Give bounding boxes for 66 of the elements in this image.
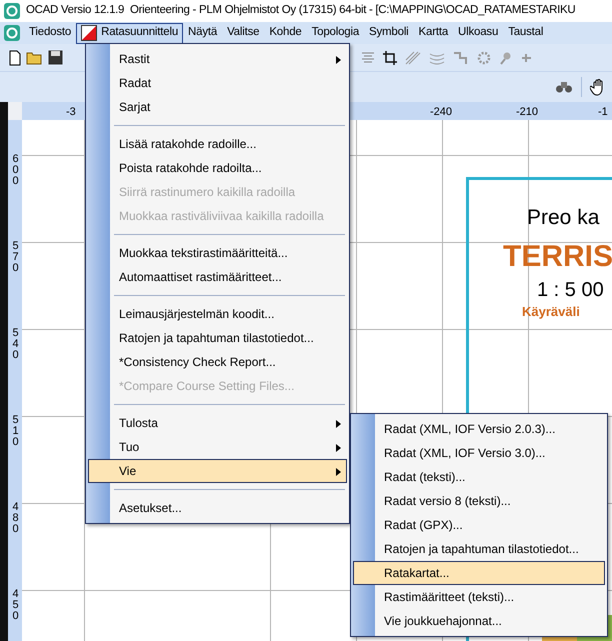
pin-icon[interactable] [499, 50, 513, 64]
map-title: Preo ka [527, 205, 600, 231]
ruler-label: 510 [11, 415, 20, 448]
menu-item[interactable]: Tulosta [88, 411, 347, 435]
window-title: OCAD Versio 12.1.9 Orienteering - PLM Ohjelmistot Oy (17315) 64-bit - [C:\MAPPING\OCAD_RATAMESTARIKU [26, 3, 576, 18]
crop-icon[interactable] [383, 50, 397, 64]
menu-item[interactable]: Tiedosto [24, 22, 76, 44]
binoculars-icon[interactable] [555, 80, 573, 94]
open-folder-icon[interactable] [26, 50, 44, 64]
course-icon [81, 25, 98, 41]
menu-item[interactable]: Radat (XML, IOF Versio 2.0.3)... [353, 417, 605, 441]
menu-item[interactable]: Radat versio 8 (teksti)... [353, 489, 605, 513]
ruler-label: -1 [598, 105, 608, 120]
menu-item[interactable]: Radat (XML, IOF Versio 3.0)... [353, 441, 605, 465]
menu-item[interactable]: Topologia [306, 22, 364, 44]
app-logo-icon [4, 3, 20, 19]
menu-item[interactable]: Symboli [364, 22, 414, 44]
menu-item[interactable]: Ulkoasu [453, 22, 504, 44]
menu-item[interactable]: Leimausjärjestelmän koodit... [88, 302, 347, 326]
ruler-label: 600 [11, 154, 20, 187]
menu-item[interactable]: Vie [88, 459, 347, 483]
menu-item[interactable]: Sarjat [88, 95, 347, 119]
ruler-label: 570 [11, 241, 20, 274]
menu-item[interactable]: Muokkaa tekstirastimääritteitä... [88, 241, 347, 265]
ruler-label: -210 [516, 105, 538, 120]
submenu-arrow-icon [336, 444, 341, 452]
menu-item[interactable]: Näytä [183, 22, 222, 44]
menu-item[interactable]: Poista ratakohde radoilta... [88, 156, 347, 180]
menu-item[interactable]: Vie joukkuehajonnat... [353, 609, 605, 633]
ruler-label: 540 [11, 328, 20, 361]
menu-item[interactable]: Rastit [88, 47, 347, 71]
menu-item[interactable]: Kohde [264, 22, 307, 44]
menu-item[interactable]: Rastimääritteet (teksti)... [353, 585, 605, 609]
menu-item[interactable]: Lisää ratakohde radoille... [88, 132, 347, 156]
ruler-label: 450 [11, 589, 20, 622]
map-contour-label: Käyräväli [522, 303, 580, 321]
menu-item[interactable]: Automaattiset rastimääritteet... [88, 265, 347, 289]
menu-item[interactable]: Ratakartat... [353, 561, 605, 585]
ruler-corner [8, 102, 22, 120]
ruler-label: -240 [430, 105, 452, 120]
steps-icon[interactable] [453, 50, 469, 64]
menu-item[interactable]: *Consistency Check Report... [88, 350, 347, 374]
hatch-icon[interactable] [405, 50, 421, 64]
ruler-label: -3 [66, 105, 76, 120]
app-menu-icon[interactable] [4, 25, 20, 41]
save-icon[interactable] [48, 50, 63, 65]
submenu-arrow-icon [336, 56, 341, 64]
menu-item[interactable]: Tuo [88, 435, 347, 459]
menu-item[interactable]: Ratasuunnittelu [76, 22, 184, 44]
menu-item[interactable]: Radat (GPX)... [353, 513, 605, 537]
menu-item[interactable]: Ratojen ja tapahtuman tilastotiedot... [353, 537, 605, 561]
map-heading: TERRIS [503, 239, 612, 275]
new-file-icon[interactable] [8, 50, 22, 66]
lines-icon[interactable] [429, 50, 445, 64]
menu-item[interactable]: Taustal [503, 22, 548, 44]
menu-item[interactable]: Radat [88, 71, 347, 95]
menu-item[interactable]: Radat (teksti)... [353, 465, 605, 489]
menu-item[interactable]: Kartta [414, 22, 454, 44]
menu-item[interactable]: Valitse [222, 22, 264, 44]
menu-item[interactable]: Asetukset... [88, 496, 347, 520]
map-scale: 1 : 5 00 [537, 278, 604, 303]
submenu-arrow-icon [336, 420, 341, 428]
ruler-label: 480 [11, 502, 20, 535]
submenu-arrow-icon [336, 468, 341, 476]
menu-item[interactable]: Ratojen ja tapahtuman tilastotiedot... [88, 326, 347, 350]
align-icon[interactable] [361, 50, 375, 64]
